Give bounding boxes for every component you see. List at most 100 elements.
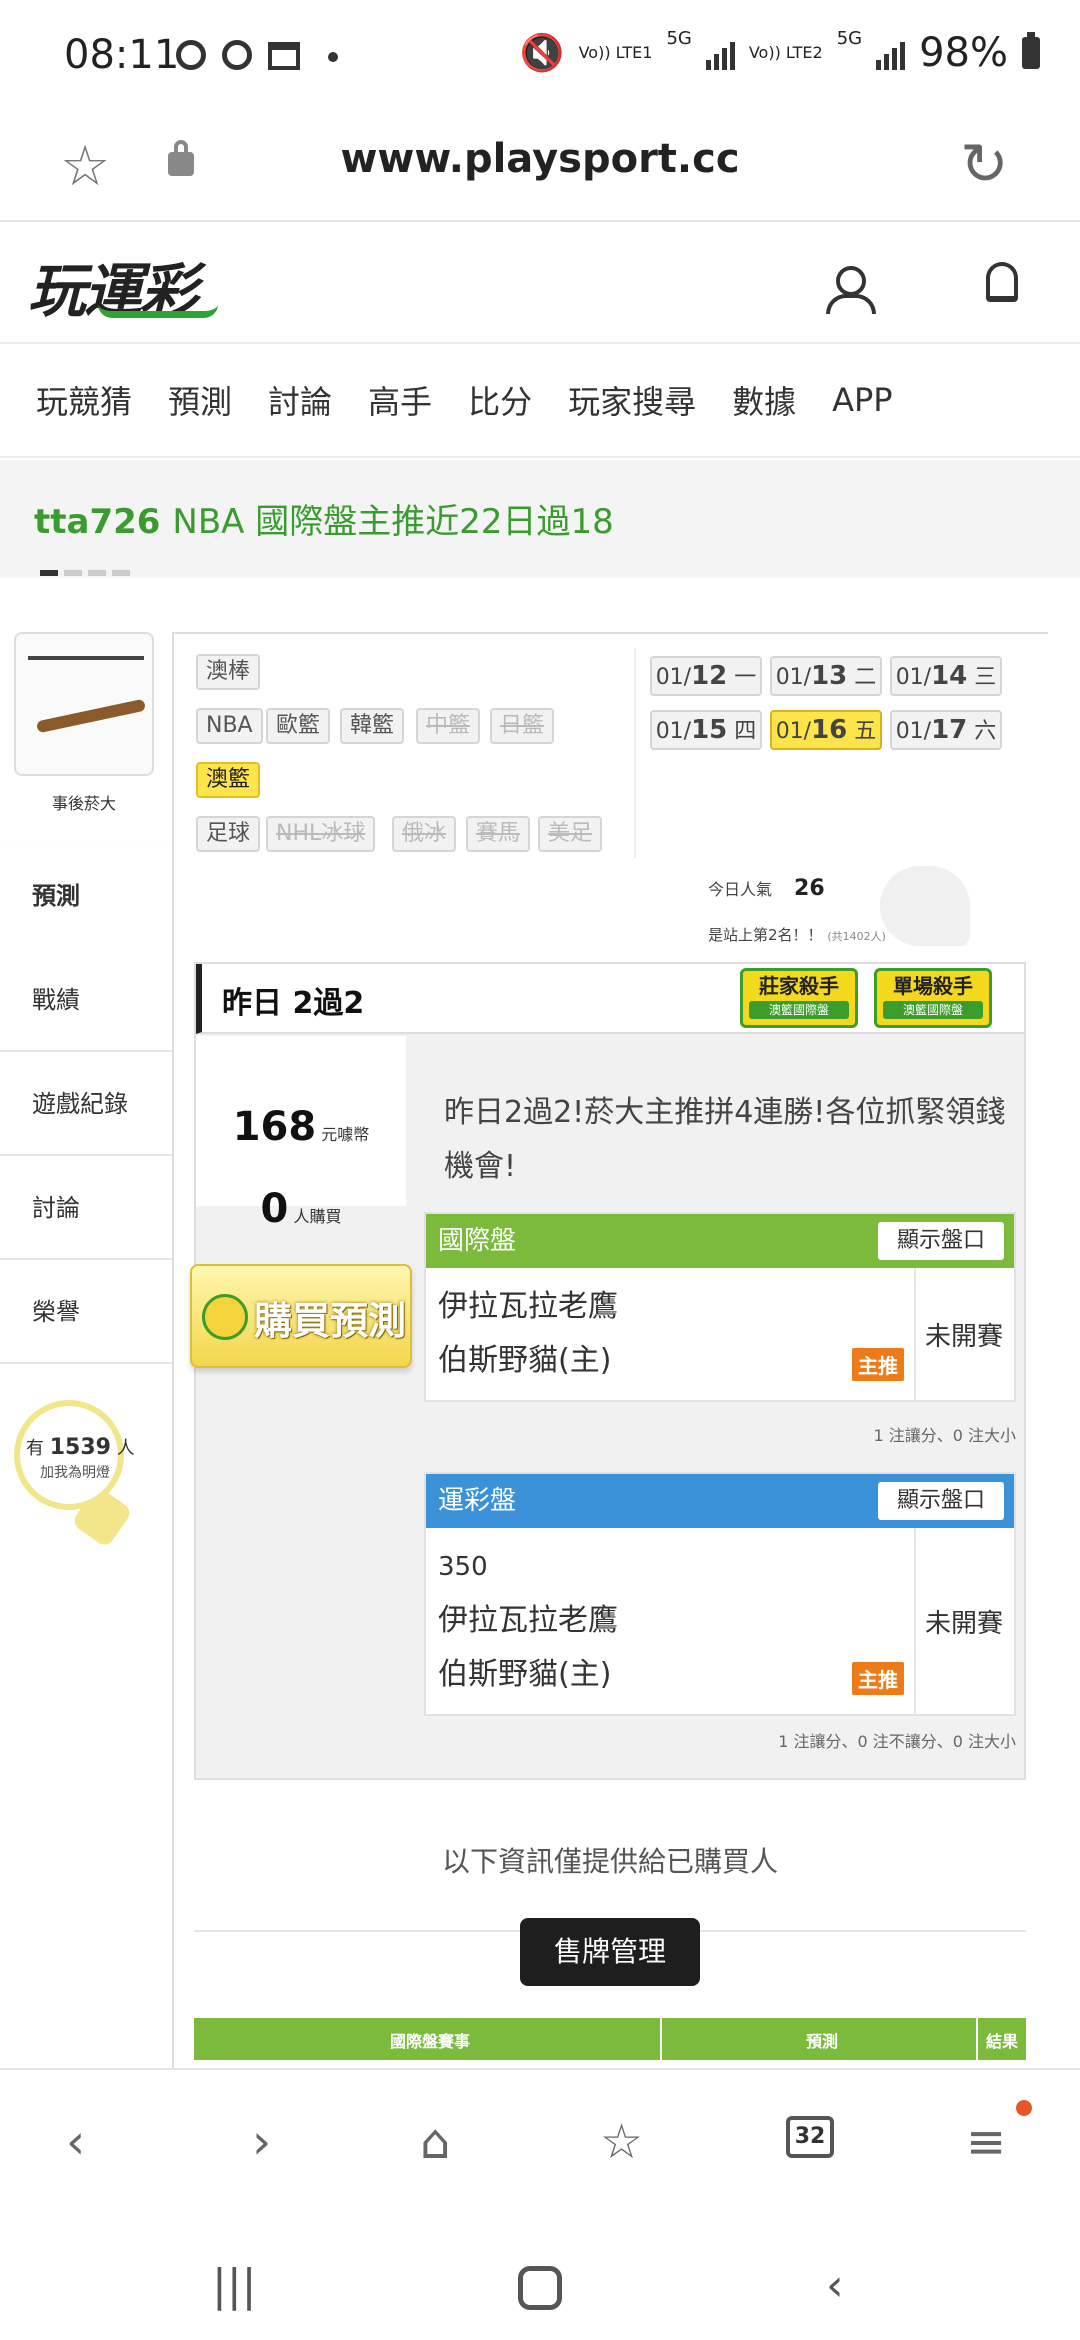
battery-level: 98% [919,30,1008,76]
network-5g-label: 5G [666,28,692,49]
status-bar: 08:11 🔇 Vo)) LTE1 5G Vo)) LTE2 5G 98% [0,0,1080,110]
signal-icon [705,36,735,70]
today-popularity: 今日人氣 26 [708,876,825,901]
browser-toolbar: ‹ › ⌂ ☆ 32 ≡ [0,2068,1080,2208]
column-header: 國際盤賽事 [390,2032,471,2051]
menu-item-honor[interactable]: 榮譽 [0,1260,172,1364]
home-nav-icon[interactable] [518,2266,562,2310]
buyer-count: 0 人購買 [260,1186,342,1232]
signal-icon [876,36,906,70]
award-badge: 莊家殺手 澳籃國際盤 [740,968,858,1028]
banner-text: tta726 NBA 國際盤主推近22日過18 [34,494,614,543]
clock: 08:11 [64,32,180,78]
banner-message: NBA 國際盤主推近22日過18 [172,502,614,542]
home-icon[interactable]: ⌂ [420,2114,450,2170]
date-tab[interactable]: 01/14 三 [890,656,1002,696]
bell-icon[interactable] [986,262,1018,302]
main-pick-tag: 主推 [852,1662,904,1695]
date-tab[interactable]: 01/15 四 [650,710,762,750]
menu-item-discussion[interactable]: 討論 [0,1156,172,1260]
games-table-header: 國際盤賽事 預測 結果 [194,2018,1026,2060]
nav-item[interactable]: 數據 [696,377,796,423]
column-header: 預測 [806,2032,839,2051]
mute-icon: 🔇 [519,33,565,74]
chrome-icon [176,40,206,70]
nav-item[interactable]: 玩競猜 [0,377,132,423]
calendar-icon [268,42,300,70]
category-chip: 日籃 [490,708,555,744]
home-team[interactable]: 伯斯野貓(主) [438,1334,902,1388]
sell-management-button[interactable]: 售牌管理 [520,1918,700,1986]
supporters-count: 1539 [49,1435,111,1460]
network-5g-label: 5G [836,28,863,49]
local-header: 運彩盤 顯示盤口 [426,1474,1014,1528]
supporters-caption: 加我為明燈 [40,1465,110,1481]
site-header: 玩運彩 [0,224,1080,342]
column-header: 結果 [986,2032,1019,2051]
date-tab[interactable]: 01/17 六 [890,710,1002,750]
date-tab[interactable]: 01/13 二 [770,656,882,696]
profile-name[interactable]: 事後菸大 [14,790,154,814]
forward-icon[interactable]: › [252,2114,271,2170]
away-team[interactable]: 伊拉瓦拉老鷹 [438,1280,902,1334]
menu-icon[interactable]: ≡ [966,2114,1006,2170]
main-nav: 玩競猜 預測 討論 高手 比分 玩家搜尋 數據 APP [0,342,1080,458]
user-icon[interactable] [836,266,866,296]
category-chip: 賽馬 [466,816,531,852]
show-odds-button[interactable]: 顯示盤口 [878,1222,1004,1260]
nav-item[interactable]: 玩家搜尋 [532,377,696,423]
category-chip-selected[interactable]: 澳籃 [196,762,261,798]
intl-header: 國際盤 顯示盤口 [426,1214,1014,1268]
show-odds-button[interactable]: 顯示盤口 [878,1482,1004,1520]
decorative-mascot [880,866,970,946]
menu-item-predict[interactable]: 預測 [0,844,172,948]
nav-item[interactable]: 預測 [132,377,232,423]
site-logo[interactable]: 玩運彩 [28,244,218,328]
lightbulb-support[interactable]: 有 1539 人 加我為明燈 [14,1400,135,1510]
menu-badge [1016,2100,1032,2116]
category-chip[interactable]: NBA [196,708,263,744]
back-nav-icon[interactable]: ‹ [826,2260,844,2311]
local-game-card: 運彩盤 顯示盤口 350 伊拉瓦拉老鷹 伯斯野貓(主) 主推 未開賽 [424,1472,1016,1716]
category-chip[interactable]: 韓籃 [340,708,405,744]
local-note: 1 注讓分、0 注不讓分、0 注大小 [778,1732,1016,1751]
buy-prediction-button[interactable]: 購買預測 [190,1264,412,1368]
intl-game-card: 國際盤 顯示盤口 伊拉瓦拉老鷹 伯斯野貓(主) 主推 未開賽 [424,1212,1016,1402]
prediction-panel: 昨日 2過2 莊家殺手 澳籃國際盤 單場殺手 澳籃國際盤 168 元噱幣 0 人… [190,962,1026,1780]
divider [634,648,636,858]
address-bar: ☆ www.playsport.cc ↻ [0,110,1080,222]
nav-item[interactable]: 高手 [332,377,432,423]
menu-item-game-log[interactable]: 遊戲紀錄 [0,1052,172,1156]
system-nav-bar: ||| ‹ [0,2210,1080,2340]
menu-item-record[interactable]: 戰績 [0,948,172,1052]
game-state: 未開賽 [924,1608,1003,1639]
intl-note: 1 注讓分、0 注大小 [873,1426,1016,1445]
date-tab-selected[interactable]: 01/16 五 [770,710,882,750]
avatar[interactable] [14,632,154,776]
notification-dot-icon [328,52,338,62]
popularity-rank: 是站上第2名！！ (共1402人) [708,926,886,944]
nav-item[interactable]: APP [796,381,892,419]
tabs-button[interactable]: 32 [786,2116,834,2158]
category-chip: 俄冰 [392,816,457,852]
nav-item[interactable]: 比分 [432,377,532,423]
chrome-icon [222,40,252,70]
profile-menu: 預測 戰績 遊戲紀錄 討論 榮譽 [0,844,172,1364]
panel-header: 昨日 2過2 莊家殺手 澳籃國際盤 單場殺手 澳籃國際盤 [196,964,1024,1034]
category-chip[interactable]: 足球 [196,816,261,852]
nav-item[interactable]: 討論 [232,377,332,423]
bookmarks-icon[interactable]: ☆ [600,2114,643,2170]
category-chip[interactable]: 澳棒 [196,654,261,690]
reload-icon[interactable]: ↻ [960,130,1009,198]
recent-apps-icon[interactable]: ||| [212,2260,256,2311]
announcement-banner[interactable]: tta726 NBA 國際盤主推近22日過18 [0,460,1080,578]
popularity-value: 26 [794,876,825,901]
url-text[interactable]: www.playsport.cc [0,136,1080,182]
award-badge: 單場殺手 澳籃國際盤 [874,968,992,1028]
back-icon[interactable]: ‹ [66,2114,85,2170]
home-team[interactable]: 伯斯野貓(主) [438,1648,902,1702]
category-chip[interactable]: 歐籃 [266,708,331,744]
away-team[interactable]: 伊拉瓦拉老鷹 [438,1594,902,1648]
date-tab[interactable]: 01/12 一 [650,656,762,696]
battery-icon [1022,32,1040,69]
